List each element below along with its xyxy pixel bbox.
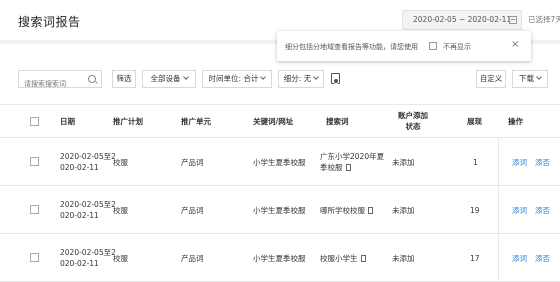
add-keyword-link[interactable]: 添词: [512, 253, 527, 264]
device-select-label: 全部设备: [150, 74, 181, 83]
chevron-down-icon: [182, 74, 189, 80]
date-range-picker[interactable]: 2020-02-05 ~ 2020-02-11: [402, 10, 522, 30]
add-keyword-link[interactable]: 添词: [512, 157, 527, 168]
segment-label: 细分: 无: [283, 74, 312, 83]
cell-plan: 校服: [113, 158, 128, 167]
add-negative-link[interactable]: 添否: [535, 253, 550, 264]
cell-impressions: 1: [473, 158, 478, 167]
page-title: 搜索词报告: [18, 15, 81, 29]
customize-button[interactable]: 自定义: [476, 70, 506, 88]
cell-date: 2020-02-05至2 020-02-11: [60, 152, 116, 172]
document-icon[interactable]: [368, 207, 373, 214]
add-keyword-link[interactable]: 添词: [512, 205, 527, 216]
cell-status: 未添加: [392, 254, 415, 263]
search-term-text: 哪所学校校服: [320, 206, 365, 215]
cell-date: 2020-02-05至2 020-02-11: [60, 200, 116, 220]
cell-keyword: 小学生夏季校服: [253, 158, 306, 167]
download-select[interactable]: 下载: [512, 70, 548, 88]
chevron-down-icon: [260, 74, 267, 80]
table-header-row: 日期 推广计划 推广单元 关键词/网址 搜索词 账户添加 状态 展现 操作: [0, 105, 560, 138]
header-plan: 推广计划: [113, 117, 143, 126]
cell-date: 2020-02-05至2 020-02-11: [60, 248, 116, 268]
add-negative-link[interactable]: 添否: [535, 157, 550, 168]
dont-show-checkbox[interactable]: [429, 42, 437, 50]
document-icon[interactable]: [345, 164, 351, 171]
add-negative-link[interactable]: 添否: [535, 205, 550, 216]
chevron-down-icon: [536, 74, 542, 80]
cell-plan: 校服: [113, 206, 128, 215]
cell-status: 未添加: [392, 158, 415, 167]
search-box[interactable]: [18, 70, 102, 92]
cell-plan: 校服: [113, 254, 128, 263]
search-term-text: 广东小学2020年夏 季校服: [320, 152, 385, 172]
table-row: 2020-02-05至2 020-02-11 校服 产品词 小学生夏季校服 校服…: [0, 234, 560, 282]
download-label: 下载: [519, 74, 534, 83]
header-date: 日期: [60, 117, 75, 126]
search-input[interactable]: [19, 76, 90, 92]
row-checkbox[interactable]: [30, 157, 39, 166]
header-keyword: 关键词/网址: [253, 117, 294, 126]
calendar-icon[interactable]: [509, 16, 517, 24]
select-all-checkbox[interactable]: [30, 117, 39, 126]
cell-status: 未添加: [392, 206, 415, 215]
filter-button[interactable]: 筛选: [112, 70, 136, 88]
row-checkbox[interactable]: [30, 205, 39, 214]
time-unit-label: 时间单位: 合计: [208, 74, 259, 83]
cell-unit: 产品词: [181, 158, 204, 167]
cell-search-term: 广东小学2020年夏 季校服: [320, 151, 384, 173]
cell-unit: 产品词: [181, 206, 204, 215]
cell-impressions: 17: [470, 254, 480, 263]
row-checkbox[interactable]: [30, 253, 39, 262]
header-actions: 操作: [508, 117, 523, 126]
tooltip-text: 细分包括分地域查看报告等功能，请您使用: [285, 43, 418, 51]
export-icon[interactable]: [331, 73, 340, 84]
time-unit-select[interactable]: 时间单位: 合计: [202, 70, 272, 88]
cell-keyword: 小学生夏季校服: [253, 254, 306, 263]
date-range-value: 2020-02-05 ~ 2020-02-11: [413, 15, 512, 24]
customize-label: 自定义: [479, 74, 503, 83]
search-icon[interactable]: [88, 75, 96, 83]
header-unit: 推广单元: [181, 117, 211, 126]
selected-days-text: 已选择7天: [528, 15, 560, 24]
segment-select[interactable]: 细分: 无: [278, 70, 324, 88]
cell-impressions: 19: [470, 206, 480, 215]
header-impressions: 展现: [467, 117, 482, 126]
filter-button-label: 筛选: [116, 74, 132, 83]
cell-search-term: 哪所学校校服: [320, 205, 373, 216]
table-row: 2020-02-05至2 020-02-11 校服 产品词 小学生夏季校服 广东…: [0, 138, 560, 186]
search-term-text: 校服小学生: [320, 254, 358, 263]
cell-keyword: 小学生夏季校服: [253, 206, 306, 215]
document-icon[interactable]: [360, 255, 366, 262]
cell-search-term: 校服小学生: [320, 253, 366, 264]
header-status: 账户添加 状态: [398, 111, 428, 131]
cell-unit: 产品词: [181, 254, 204, 263]
dont-show-label: 不再显示: [443, 43, 471, 51]
table-row: 2020-02-05至2 020-02-11 校服 产品词 小学生夏季校服 哪所…: [0, 186, 560, 234]
feature-tooltip: 细分包括分地域查看报告等功能，请您使用 不再显示 ×: [277, 31, 531, 61]
chevron-down-icon: [313, 74, 320, 80]
device-select[interactable]: 全部设备: [142, 70, 196, 88]
close-icon[interactable]: ×: [511, 39, 519, 51]
header-search-term: 搜索词: [326, 117, 349, 126]
report-table: 日期 推广计划 推广单元 关键词/网址 搜索词 账户添加 状态 展现 操作 20…: [0, 104, 560, 282]
